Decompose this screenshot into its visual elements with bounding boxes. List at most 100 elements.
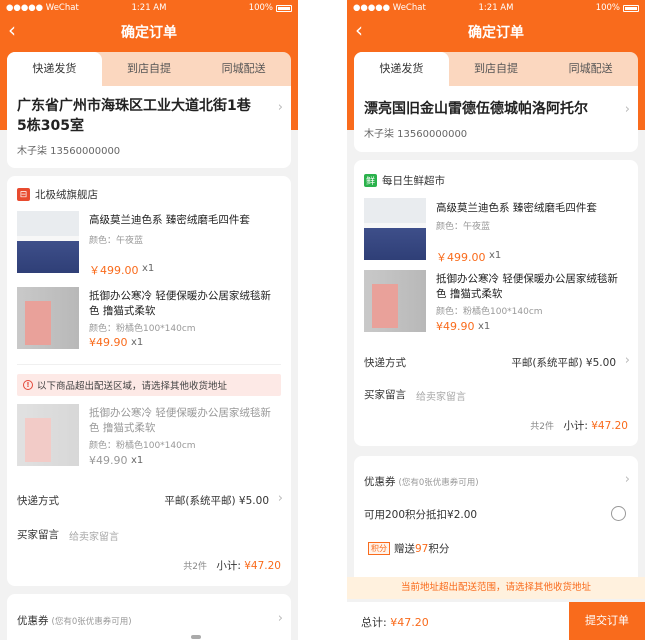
- address-line-1: 广东省广州市海珠区工业大道北街1巷: [17, 98, 251, 114]
- contact-info: 木子柒 13560000000: [364, 129, 468, 140]
- status-bar: ●●●●● WeChat 1:21 AM 100%: [347, 0, 645, 16]
- coupon-note: (您有0张优惠券可用): [398, 478, 479, 488]
- chevron-right-icon: ›: [277, 611, 283, 626]
- battery-icon: [623, 4, 639, 12]
- unavailable-product-price: ¥49.90: [89, 454, 128, 467]
- subtotal-label: 小计:: [563, 420, 588, 432]
- shop-icon: ⊟: [17, 188, 30, 201]
- product-spec: 颜色：午夜蓝: [89, 236, 144, 246]
- scroll-handle: [191, 635, 201, 639]
- product-name-line2: 色 撸猫式柔软: [89, 305, 156, 317]
- message-input[interactable]: 给卖家留言: [416, 388, 466, 403]
- item-count: 共2件: [183, 562, 208, 572]
- store-name: 北极绒旗舰店: [35, 189, 98, 201]
- message-label: 买家留言: [364, 389, 406, 401]
- unavailable-product-qty: x1: [131, 455, 144, 466]
- contact-info: 木子柒 13560000000: [17, 146, 121, 157]
- subtotal-amount: ¥47.20: [591, 420, 628, 432]
- total-label: 总计:: [361, 616, 387, 629]
- points-deduct-radio[interactable]: [611, 506, 626, 521]
- coupon-card[interactable]: 优惠券 (您有0张优惠券可用) ›: [7, 594, 291, 640]
- discount-card: 优惠券 (您有0张优惠券可用) › 可用200积分抵扣¥2.00 积分 赠送97积…: [354, 456, 638, 586]
- product-name: 高级莫兰迪色系 臻密绒磨毛四件套: [436, 202, 597, 214]
- unavailable-product-name: 抵御办公寒冷 轻便保暖办公居家绒毯新: [89, 407, 271, 419]
- tab-local[interactable]: 同城配送: [543, 52, 638, 86]
- product-image-bedding[interactable]: [17, 211, 79, 273]
- product-qty: x1: [489, 250, 502, 261]
- chevron-right-icon: ›: [624, 472, 630, 487]
- coupon-row[interactable]: 优惠券 (您有0张优惠券可用): [364, 474, 479, 489]
- shipping-label: 快递方式: [17, 495, 59, 507]
- product-price: ¥49.90: [89, 336, 128, 349]
- delivery-tabs: 快递发货 到店自提 同城配送: [354, 52, 638, 86]
- product-spec: 颜色：午夜蓝: [436, 222, 491, 232]
- delivery-warning: ! 以下商品超出配送区域，请选择其他收货地址: [17, 374, 281, 396]
- message-input[interactable]: 给卖家留言: [69, 528, 119, 543]
- shipping-method[interactable]: 平邮(系统平邮) ¥5.00: [511, 355, 616, 370]
- points-gift: 赠送97积分: [394, 541, 449, 556]
- unavailable-product-image: [17, 404, 79, 466]
- submit-order-button[interactable]: 提交订单: [569, 602, 645, 640]
- address-line-1: 漂亮国旧金山雷德伍德城帕洛阿托尔: [364, 101, 588, 117]
- chevron-right-icon: ›: [624, 102, 630, 117]
- points-gift-prefix: 赠送: [394, 543, 415, 555]
- coupon-note: (您有0张优惠券可用): [51, 617, 132, 627]
- shipping-method[interactable]: 平邮(系统平邮) ¥5.00: [164, 493, 269, 508]
- subtotal-label: 小计:: [216, 560, 241, 572]
- store-header: 鲜 每日生鲜超市: [364, 173, 445, 188]
- alert-icon: !: [23, 380, 33, 390]
- checkout-bar: 总计: ¥47.20 提交订单: [347, 602, 645, 640]
- address-line-2: 5栋305室: [17, 118, 84, 134]
- status-bar: ●●●●● WeChat 1:21 AM 100%: [0, 0, 298, 16]
- product-image-blanket[interactable]: [364, 270, 426, 332]
- points-deduct-label: 可用200积分抵扣¥2.00: [364, 509, 478, 521]
- points-gift-number: 97: [415, 543, 429, 555]
- product-name: 抵御办公寒冷 轻便保暖办公居家绒毯新: [436, 273, 618, 285]
- delivery-tabs: 快递发货 到店自提 同城配送: [7, 52, 291, 86]
- chevron-right-icon: ›: [624, 353, 630, 368]
- product-price: ¥49.90: [436, 320, 475, 333]
- address-card[interactable]: 漂亮国旧金山雷德伍德城帕洛阿托尔 木子柒 13560000000 ›: [354, 86, 638, 152]
- order-total: 总计: ¥47.20: [361, 614, 429, 630]
- battery-label: 100%: [248, 3, 273, 13]
- address-card[interactable]: 广东省广州市海珠区工业大道北街1巷 5栋305室 木子柒 13560000000…: [7, 86, 291, 168]
- subtotal: 共2件 小计: ¥47.20: [530, 418, 628, 433]
- battery-indicator: 100%: [249, 3, 292, 13]
- battery-icon: [276, 4, 292, 12]
- tab-express[interactable]: 快递发货: [7, 52, 102, 86]
- page-title: 确定订单: [468, 25, 524, 41]
- coupon-label: 优惠券: [364, 476, 396, 488]
- subtotal: 共2件 小计: ¥47.20: [183, 558, 281, 573]
- product-price: ￥499.00: [89, 264, 139, 277]
- product-name: 高级莫兰迪色系 臻密绒磨毛四件套: [89, 214, 250, 226]
- page-title: 确定订单: [121, 25, 177, 41]
- tab-local[interactable]: 同城配送: [196, 52, 291, 86]
- unavailable-product-spec: 颜色：粉橘色100*140cm: [89, 441, 196, 451]
- order-screen-a: ●●●●● WeChat 1:21 AM 100% ‹ 确定订单 快递发货 到店…: [0, 0, 298, 640]
- chevron-right-icon: ›: [277, 491, 283, 506]
- warning-text: 以下商品超出配送区域，请选择其他收货地址: [37, 381, 228, 392]
- order-screen-b: ●●●●● WeChat 1:21 AM 100% ‹ 确定订单 快递发货 到店…: [347, 0, 645, 640]
- store-name: 每日生鲜超市: [382, 175, 445, 187]
- divider: [17, 364, 281, 365]
- product-qty: x1: [478, 321, 491, 332]
- points-gift-suffix: 积分: [428, 543, 450, 555]
- nav-bar: ‹ 确定订单: [0, 18, 298, 46]
- item-count: 共2件: [530, 422, 555, 432]
- product-spec: 颜色：粉橘色100*140cm: [436, 307, 543, 317]
- points-badge: 积分: [368, 542, 390, 555]
- battery-label: 100%: [595, 3, 620, 13]
- product-qty: x1: [131, 337, 144, 348]
- product-image-blanket[interactable]: [17, 287, 79, 349]
- total-amount: ¥47.20: [390, 616, 429, 629]
- product-image-bedding[interactable]: [364, 198, 426, 260]
- tab-express[interactable]: 快递发货: [354, 52, 449, 86]
- tab-pickup[interactable]: 到店自提: [449, 52, 544, 86]
- coupon-row: 优惠券 (您有0张优惠券可用): [17, 613, 132, 628]
- coupon-label: 优惠券: [17, 615, 49, 627]
- order-card: ⊟ 北极绒旗舰店 高级莫兰迪色系 臻密绒磨毛四件套 颜色：午夜蓝 ￥499.00…: [7, 176, 291, 586]
- store-header: ⊟ 北极绒旗舰店: [17, 187, 98, 202]
- product-price: ￥499.00: [436, 251, 486, 264]
- tab-pickup[interactable]: 到店自提: [102, 52, 197, 86]
- fresh-store-icon: 鲜: [364, 174, 377, 187]
